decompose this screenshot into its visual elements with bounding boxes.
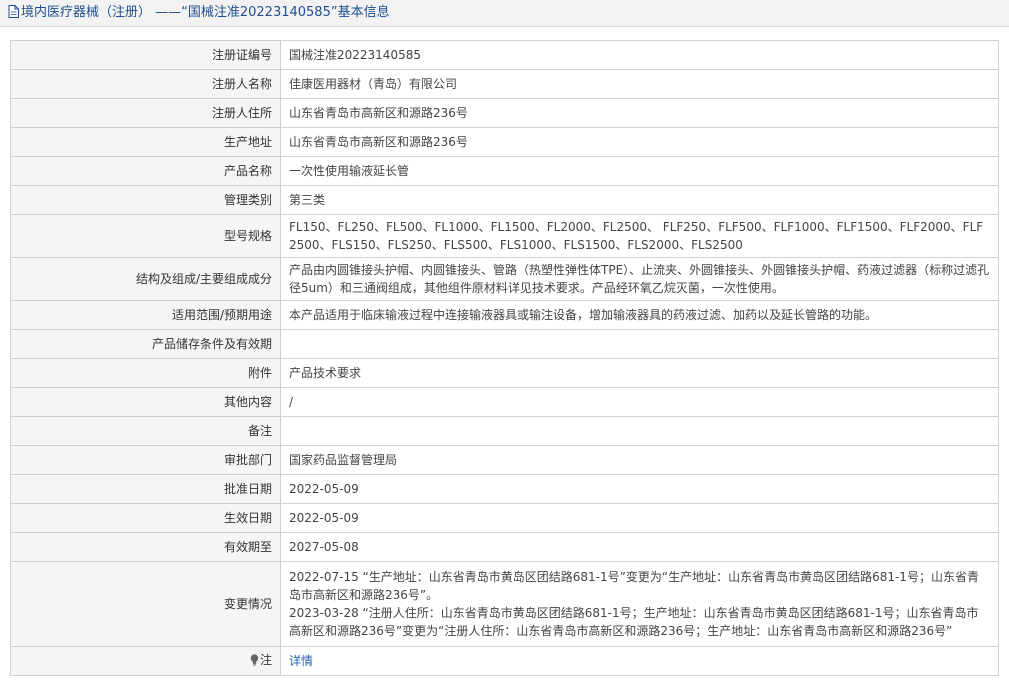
row-label: 注 <box>259 653 272 667</box>
row-label: 变更情况 <box>10 561 281 647</box>
row-label: 生产地址 <box>10 127 281 157</box>
change-entry: 2022-07-15 “生产地址：山东省青岛市黄岛区团结路681-1号”变更为“… <box>289 570 979 602</box>
row-value: 2022-05-09 <box>280 474 999 504</box>
table-row: 注 详情 <box>10 646 999 676</box>
table-row: 变更情况 2022-07-15 “生产地址：山东省青岛市黄岛区团结路681-1号… <box>10 561 999 647</box>
page-title: 境内医疗器械（注册） ——“国械注准20223140585”基本信息 <box>21 5 390 20</box>
table-row: 生产地址 山东省青岛市高新区和源路236号 <box>10 127 999 157</box>
row-label: 注册人名称 <box>10 69 281 99</box>
row-label: 批准日期 <box>10 474 281 504</box>
lightbulb-icon <box>250 653 259 671</box>
table-row: 其他内容 / <box>10 387 999 417</box>
row-value: 佳康医用器材（青岛）有限公司 <box>280 69 999 99</box>
row-label: 管理类别 <box>10 185 281 215</box>
table-row: 注册人名称 佳康医用器材（青岛）有限公司 <box>10 69 999 99</box>
change-entry: 2023-03-28 “注册人住所：山东省青岛市黄岛区团结路681-1号；生产地… <box>289 606 979 638</box>
row-label: 适用范围/预期用途 <box>10 300 281 330</box>
row-label: 产品储存条件及有效期 <box>10 329 281 359</box>
table-row: 注册证编号 国械注准20223140585 <box>10 40 999 70</box>
table-row: 产品储存条件及有效期 <box>10 329 999 359</box>
row-label: 注册人住所 <box>10 98 281 128</box>
table-row: 备注 <box>10 416 999 446</box>
row-label: 注册证编号 <box>10 40 281 70</box>
row-label: 型号规格 <box>10 214 281 258</box>
row-value: 产品由内圆锥接头护帽、内圆锥接头、管路（热塑性弹性体TPE）、止流夹、外圆锥接头… <box>280 257 999 301</box>
row-label: 结构及组成/主要组成成分 <box>10 257 281 301</box>
row-label: 产品名称 <box>10 156 281 186</box>
table-row: 型号规格 FL150、FL250、FL500、FL1000、FL1500、FL20… <box>10 214 999 258</box>
table-row: 注册人住所 山东省青岛市高新区和源路236号 <box>10 98 999 128</box>
row-value: / <box>280 387 999 417</box>
info-table: 注册证编号 国械注准20223140585 注册人名称 佳康医用器材（青岛）有限公司… <box>10 40 999 676</box>
row-label: 审批部门 <box>10 445 281 475</box>
row-value: 山东省青岛市高新区和源路236号 <box>280 98 999 128</box>
table-row: 结构及组成/主要组成成分 产品由内圆锥接头护帽、内圆锥接头、管路（热塑性弹性体TP… <box>10 257 999 301</box>
row-value: 本产品适用于临床输液过程中连接输液器具或输注设备，增加输液器具的药液过滤、加药以… <box>280 300 999 330</box>
row-value <box>280 329 999 359</box>
table-row: 附件 产品技术要求 <box>10 358 999 388</box>
row-label: 其他内容 <box>10 387 281 417</box>
row-value: 2022-05-09 <box>280 503 999 533</box>
row-value: 国家药品监督管理局 <box>280 445 999 475</box>
page-header: 境内医疗器械（注册） ——“国械注准20223140585”基本信息 <box>0 0 1009 27</box>
row-label: 生效日期 <box>10 503 281 533</box>
row-value: FL150、FL250、FL500、FL1000、FL1500、FL2000、F… <box>280 214 999 258</box>
row-label: 有效期至 <box>10 532 281 562</box>
table-row: 适用范围/预期用途 本产品适用于临床输液过程中连接输液器具或输注设备，增加输液器具… <box>10 300 999 330</box>
row-value: 山东省青岛市高新区和源路236号 <box>280 127 999 157</box>
document-icon <box>8 2 19 28</box>
table-row: 审批部门 国家药品监督管理局 <box>10 445 999 475</box>
row-label: 备注 <box>10 416 281 446</box>
row-value: 国械注准20223140585 <box>280 40 999 70</box>
row-label: 附件 <box>10 358 281 388</box>
details-link[interactable]: 详情 <box>289 654 313 668</box>
row-value: 第三类 <box>280 185 999 215</box>
row-value: 一次性使用输液延长管 <box>280 156 999 186</box>
note-label-cell: 注 <box>10 646 281 676</box>
change-history: 2022-07-15 “生产地址：山东省青岛市黄岛区团结路681-1号”变更为“… <box>280 561 999 647</box>
row-value: 产品技术要求 <box>280 358 999 388</box>
table-row: 管理类别 第三类 <box>10 185 999 215</box>
table-row: 生效日期 2022-05-09 <box>10 503 999 533</box>
row-value: 2027-05-08 <box>280 532 999 562</box>
row-value <box>280 416 999 446</box>
table-row: 产品名称 一次性使用输液延长管 <box>10 156 999 186</box>
table-row: 批准日期 2022-05-09 <box>10 474 999 504</box>
table-row: 有效期至 2027-05-08 <box>10 532 999 562</box>
